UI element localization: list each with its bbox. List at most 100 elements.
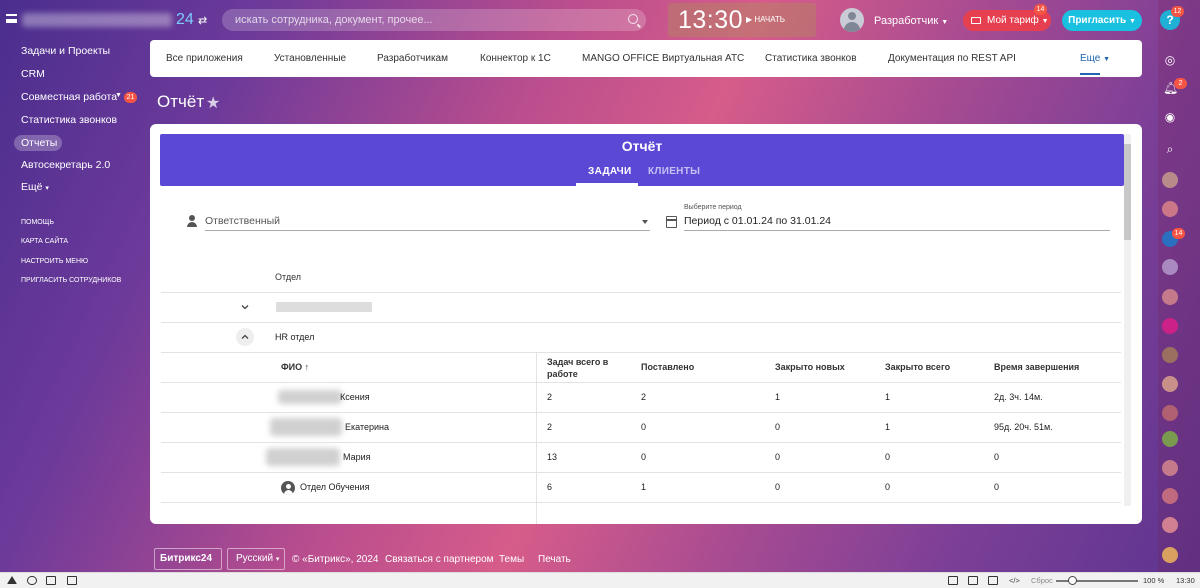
zoom-reset[interactable]: Сброс xyxy=(1031,576,1053,585)
language-select[interactable]: Русский ▾ xyxy=(227,548,285,570)
sidebar-item-tasks[interactable]: Задачи и Проекты xyxy=(21,45,110,57)
nav-mango-office[interactable]: MANGO OFFICE Виртуальная АТС xyxy=(582,53,744,64)
expand-dept-button[interactable] xyxy=(236,298,254,316)
sidebar-item-more[interactable]: Ещё ▾ xyxy=(21,181,49,193)
keyboard-icon[interactable] xyxy=(67,576,77,585)
responsible-select[interactable]: Ответственный xyxy=(205,215,650,231)
divider xyxy=(161,502,1121,503)
nav-active-underline xyxy=(1080,73,1100,75)
collapse-dept-button[interactable] xyxy=(236,328,254,346)
print-link[interactable]: Печать xyxy=(538,554,571,565)
menu-icon[interactable] xyxy=(6,14,17,23)
zoom-level: 100 % xyxy=(1143,576,1165,585)
portal-name-blurred[interactable] xyxy=(22,13,172,27)
scrollbar-thumb[interactable] xyxy=(1124,144,1131,240)
col-time[interactable]: Время завершения xyxy=(994,362,1079,372)
partner-link[interactable]: Связаться с партнером xyxy=(385,554,494,565)
user-avatar[interactable] xyxy=(840,8,864,32)
contact-avatar[interactable] xyxy=(1162,347,1178,363)
contact-avatar[interactable] xyxy=(1162,376,1178,392)
cell-set: 0 xyxy=(641,452,647,462)
sidebar-item-crm[interactable]: CRM xyxy=(21,68,45,80)
tariff-button[interactable]: Мой тариф ▼ 14 xyxy=(963,4,1051,31)
contact-avatar[interactable] xyxy=(1162,431,1178,447)
dept-name-blurred xyxy=(276,302,372,312)
nav-developers[interactable]: Разработчикам xyxy=(377,53,448,64)
activity-icon[interactable]: ◎ xyxy=(1163,53,1177,67)
themes-link[interactable]: Темы xyxy=(499,554,524,565)
sidebar-item-autosecretary[interactable]: Автосекретарь 2.0 xyxy=(21,159,110,171)
chevron-up-icon xyxy=(241,334,249,339)
col-closed-new[interactable]: Закрыто новых xyxy=(775,362,845,372)
subdept-name[interactable]: Отдел Обучения xyxy=(300,482,370,492)
user-name[interactable]: Разработчик ▼ xyxy=(874,15,948,27)
employee-name[interactable]: Екатерина xyxy=(345,422,389,432)
chevron-down-icon[interactable]: ▼ xyxy=(115,92,122,99)
image-icon[interactable] xyxy=(968,576,978,585)
period-input[interactable]: Период с 01.01.24 по 31.01.24 xyxy=(684,215,1110,231)
code-icon[interactable]: </> xyxy=(1009,576,1020,585)
sidebar-item-collaboration[interactable]: Совместная работа xyxy=(21,91,117,103)
user-avatar[interactable] xyxy=(1162,547,1178,563)
mail-icon[interactable] xyxy=(46,576,56,585)
tab-clients[interactable]: КЛИЕНТЫ xyxy=(648,166,700,177)
help-badge: 12 xyxy=(1171,6,1184,17)
report-card: Отчёт ЗАДАЧИ КЛИЕНТЫ Ответственный Выбер… xyxy=(150,124,1142,524)
zoom-slider-handle[interactable] xyxy=(1068,576,1077,585)
invite-button[interactable]: Пригласить ▼ xyxy=(1062,10,1142,31)
sidebar-item-reports[interactable]: Отчеты xyxy=(21,137,57,149)
chat-icon[interactable]: ◉ xyxy=(1163,110,1177,124)
battery-icon xyxy=(971,17,981,24)
contact-avatar[interactable] xyxy=(1162,405,1178,421)
system-time: 13:30 xyxy=(1176,576,1195,585)
contact-avatar[interactable] xyxy=(1162,460,1178,476)
nav-all-apps[interactable]: Все приложения xyxy=(166,53,243,64)
cloud-icon[interactable] xyxy=(27,576,37,585)
employee-name[interactable]: Мария xyxy=(343,452,371,462)
page-title: Отчёт xyxy=(157,92,205,111)
worktime-widget[interactable]: 13:30 ▶ НАЧАТЬ xyxy=(668,3,816,37)
clock: 13:30 xyxy=(678,6,744,34)
contact-avatar[interactable] xyxy=(1162,172,1178,188)
nav-installed[interactable]: Установленные xyxy=(274,53,346,64)
star-icon[interactable]: ★ xyxy=(206,93,220,113)
employee-name[interactable]: Ксения xyxy=(340,392,370,402)
department-avatar xyxy=(281,481,295,495)
col-closed-all[interactable]: Закрыто всего xyxy=(885,362,950,372)
nav-rest-docs[interactable]: Документация по REST API xyxy=(888,53,1016,64)
col-set[interactable]: Поставлено xyxy=(641,362,694,372)
contact-avatar[interactable] xyxy=(1162,517,1178,533)
help-link[interactable]: ПОМОЩЬ xyxy=(21,219,54,226)
col-fio[interactable]: ФИО ↑ xyxy=(281,362,309,372)
search-icon[interactable] xyxy=(628,14,638,24)
contact-avatar[interactable] xyxy=(1162,259,1178,275)
footer-logo[interactable]: Битрикс24 xyxy=(154,548,222,570)
contact-avatar[interactable] xyxy=(1162,201,1178,217)
camera-icon[interactable] xyxy=(948,576,958,585)
contact-avatar[interactable] xyxy=(1162,488,1178,504)
nav-call-stats[interactable]: Статистика звонков xyxy=(765,53,857,64)
calendar-icon[interactable] xyxy=(666,216,677,228)
cell-time: 0 xyxy=(994,452,1000,462)
start-workday-button[interactable]: ▶ НАЧАТЬ xyxy=(746,15,785,24)
logo-24[interactable]: 24 xyxy=(176,11,194,29)
search-input[interactable]: искать сотрудника, документ, прочее... xyxy=(222,9,646,31)
triangle-icon[interactable] xyxy=(7,576,17,584)
sidebar-item-call-stats[interactable]: Статистика звонков xyxy=(21,114,117,126)
dept-header: Отдел xyxy=(275,272,302,282)
nav-more[interactable]: Еще ▼ xyxy=(1080,53,1110,64)
configure-menu-link[interactable]: НАСТРОИТЬ МЕНЮ xyxy=(21,258,88,265)
contact-avatar[interactable] xyxy=(1162,289,1178,305)
col-total[interactable]: Задач всего в работе xyxy=(547,356,617,380)
window-icon[interactable] xyxy=(988,576,998,585)
person-icon xyxy=(187,215,197,227)
col-fio-label: ФИО xyxy=(281,362,303,372)
tab-tasks[interactable]: ЗАДАЧИ xyxy=(588,166,631,177)
search-icon[interactable]: ⌕ xyxy=(1163,142,1177,156)
cell-closed-new: 0 xyxy=(775,422,781,432)
switch-portal-icon[interactable]: ⇄ xyxy=(198,14,207,27)
nav-1c-connector[interactable]: Коннектор к 1С xyxy=(480,53,551,64)
invite-employees-link[interactable]: ПРИГЛАСИТЬ СОТРУДНИКОВ xyxy=(21,277,121,284)
sitemap-link[interactable]: КАРТА САЙТА xyxy=(21,238,68,245)
contact-avatar[interactable] xyxy=(1162,318,1178,334)
